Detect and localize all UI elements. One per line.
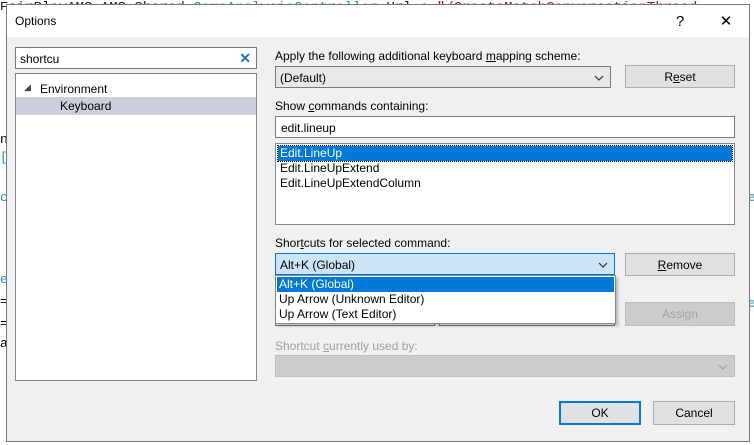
options-tree: ◢ Environment Keyboard — [15, 73, 257, 381]
clear-search-icon[interactable]: ✕ — [239, 50, 251, 67]
chevron-down-icon — [718, 364, 728, 370]
label-part: set — [679, 69, 696, 84]
options-dialog: Options ? ✕ shortcu ✕ ◢ Environment Keyb… — [6, 4, 750, 442]
label-part: cuts for selected command: — [303, 236, 451, 250]
label-part: Shor — [275, 236, 301, 250]
reset-button[interactable]: Re set — [625, 65, 735, 88]
expanded-arrow-icon[interactable]: ◢ — [24, 82, 31, 93]
shortcuts-dropdown: Alt+K (Global) Up Arrow (Unknown Editor)… — [275, 275, 616, 324]
help-icon: ? — [675, 12, 685, 30]
close-button[interactable]: ✕ — [703, 5, 749, 37]
close-icon: ✕ — [719, 13, 733, 30]
shortcuts-label: Shortcuts for selected command: — [275, 236, 450, 250]
mapping-scheme-value: (Default) — [280, 71, 327, 85]
currently-used-by-select[interactable] — [275, 355, 735, 377]
show-commands-label: Show commands containing: — [275, 99, 428, 113]
label-part: apping scheme: — [495, 49, 581, 63]
search-value: shortcu — [20, 52, 60, 66]
tree-item-label: Keyboard — [60, 99, 112, 113]
list-item[interactable]: Edit.LineUpExtendColumn — [278, 176, 732, 191]
chevron-down-icon — [594, 75, 604, 81]
cancel-button[interactable]: Cancel — [653, 401, 735, 425]
mapping-scheme-select[interactable]: (Default) — [275, 66, 611, 88]
shortcut-value: Alt+K (Global) — [280, 258, 356, 272]
dropdown-option[interactable]: Up Arrow (Unknown Editor) — [277, 292, 614, 307]
ok-button[interactable]: OK — [559, 401, 641, 425]
list-item[interactable]: Edit.LineUpExtend — [278, 161, 732, 176]
currently-used-by-label: Shortcut currently used by: — [275, 339, 418, 353]
label-part: e — [672, 69, 680, 84]
options-search-input[interactable]: shortcu ✕ — [15, 47, 257, 69]
dropdown-option[interactable]: Up Arrow (Text Editor) — [277, 307, 614, 322]
dropdown-option[interactable]: Alt+K (Global) — [277, 277, 614, 292]
label-part: R — [657, 257, 667, 272]
label-part: m — [485, 49, 496, 63]
shortcuts-select[interactable]: Alt+K (Global) — [275, 253, 615, 275]
list-item[interactable]: Edit.LineUp — [277, 145, 733, 162]
assign-button[interactable]: Assign — [625, 302, 735, 326]
remove-button[interactable]: Remove — [625, 253, 735, 276]
label-part: emove — [666, 257, 703, 272]
tree-item-keyboard[interactable]: Keyboard — [16, 97, 256, 115]
label-part: urrently used by: — [329, 339, 418, 353]
label-part: Show — [275, 99, 309, 113]
commands-list[interactable]: Edit.LineUp Edit.LineUpExtend Edit.LineU… — [275, 143, 735, 225]
help-button[interactable]: ? — [657, 5, 703, 37]
commands-filter-input[interactable]: edit.lineup — [275, 116, 735, 138]
mapping-scheme-label: Apply the following additional keyboard … — [275, 49, 581, 63]
label-part: ommands containing: — [314, 99, 429, 113]
title-bar: Options ? ✕ — [7, 5, 749, 37]
filter-value: edit.lineup — [281, 121, 336, 135]
label-part: Apply the following additional keyboard — [275, 49, 486, 63]
tree-item-label: Environment — [40, 82, 108, 96]
label-part: R — [664, 69, 673, 84]
tree-item-environment[interactable]: ◢ Environment — [16, 80, 256, 98]
label-part: Shortcut — [275, 339, 324, 353]
chevron-down-icon — [598, 262, 608, 268]
dialog-title: Options — [15, 14, 57, 28]
